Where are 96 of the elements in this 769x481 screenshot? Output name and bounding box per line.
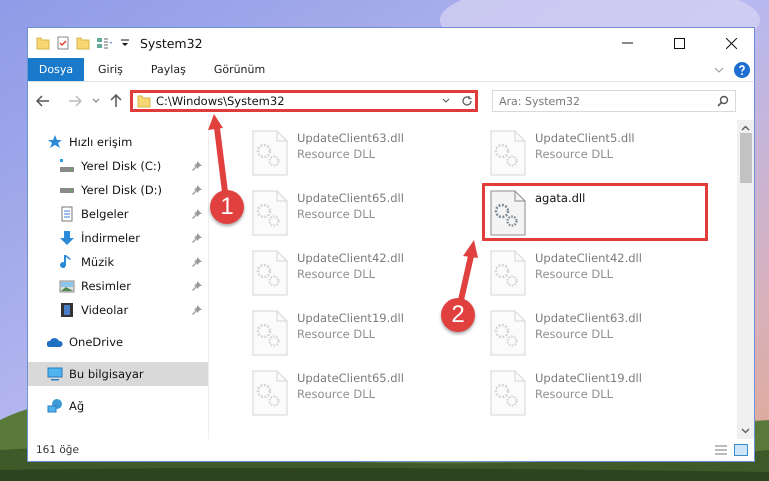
dll-file-icon [251,189,289,237]
dll-file-icon [489,129,527,177]
scroll-up-icon[interactable] [741,125,750,131]
file-item[interactable]: UpdateClient65.dll Resource DLL [244,183,438,241]
pin-icon[interactable] [192,161,202,171]
sidebar-item[interactable]: Müzik [28,250,208,274]
file-name: UpdateClient19.dll [297,311,404,325]
file-name: UpdateClient65.dll [297,191,404,205]
scroll-down-icon[interactable] [741,428,750,434]
sidebar-item[interactable]: Yerel Disk (D:) [28,178,208,202]
file-item[interactable]: UpdateClient42.dll Resource DLL [482,243,676,301]
monitor-icon [47,366,63,382]
sidebar-item[interactable]: Hızlı erişim [28,130,208,154]
view-options-icon[interactable] [96,36,114,50]
pin-icon[interactable] [192,233,202,243]
refresh-icon[interactable] [461,95,473,107]
ribbon-tab[interactable]: Paylaş [136,58,200,81]
file-type: Resource DLL [297,267,376,281]
file-item[interactable]: UpdateClient19.dll Resource DLL [482,363,676,421]
close-icon[interactable] [726,38,736,48]
ribbon-tab[interactable]: Giriş [84,58,137,81]
ribbon-tab[interactable]: Görünüm [200,58,280,81]
file-type: Resource DLL [535,267,614,281]
chevron-down-icon[interactable] [92,98,100,104]
file-name: UpdateClient19.dll [535,371,642,385]
file-name: UpdateClient65.dll [297,371,404,385]
maximize-icon[interactable] [674,38,684,48]
up-arrow-icon[interactable] [110,94,122,108]
scroll-thumb[interactable] [740,133,752,183]
file-type: Resource DLL [535,387,614,401]
tiles-view-icon[interactable] [734,444,748,456]
details-view-icon[interactable] [714,444,728,456]
dll-file-icon [489,309,527,357]
address-path: C:\Windows\System32 [156,94,286,108]
file-type: Resource DLL [297,147,376,161]
drive-icon [59,187,75,193]
chevron-down-icon[interactable] [442,98,450,104]
file-type: Resource DLL [297,327,376,341]
file-item[interactable]: UpdateClient5.dll Resource DLL [482,123,676,181]
file-name: agata.dll [535,191,586,205]
picture-icon [59,278,75,294]
sidebar-item[interactable]: Ağ [28,394,208,418]
file-name: UpdateClient63.dll [535,311,642,325]
ribbon-tab[interactable]: Dosya [28,58,84,81]
folder-icon [36,36,50,50]
scrollbar[interactable] [737,120,754,439]
pin-icon[interactable] [192,209,202,219]
dll-file-icon [251,309,289,357]
minimize-icon[interactable] [622,42,632,44]
file-type: Resource DLL [297,387,376,401]
sidebar-item[interactable]: İndirmeler [28,226,208,250]
pin-icon[interactable] [192,305,202,315]
pin-icon[interactable] [192,281,202,291]
window-title: System32 [140,36,204,50]
network-icon [47,398,63,414]
sidebar-item[interactable]: Yerel Disk (C:) [28,154,208,178]
sidebar-item[interactable]: Videolar [28,298,208,322]
file-type: Resource DLL [297,207,376,221]
sidebar-item[interactable]: Resimler [28,274,208,298]
file-item[interactable]: UpdateClient63.dll Resource DLL [482,303,676,361]
file-name: UpdateClient63.dll [297,131,404,145]
back-arrow-icon[interactable] [36,95,50,107]
help-icon[interactable] [734,62,750,78]
film-icon [59,302,75,318]
pin-icon[interactable] [192,257,202,267]
document-icon [59,206,75,222]
drive-icon [59,158,75,174]
file-item[interactable]: UpdateClient42.dll Resource DLL [244,243,438,301]
star-icon [47,134,63,150]
file-item[interactable]: agata.dll [482,183,708,241]
search-icon[interactable] [717,95,729,107]
download-arrow-icon [59,230,75,246]
dll-file-icon [489,249,527,297]
file-name: UpdateClient5.dll [535,131,635,145]
sidebar-item[interactable]: OneDrive [28,330,208,354]
dll-file-icon [251,369,289,417]
file-item[interactable]: UpdateClient63.dll Resource DLL [244,123,438,181]
dll-file-icon [489,369,527,417]
file-name: UpdateClient42.dll [297,251,404,265]
dll-file-icon [489,189,527,237]
search-field[interactable]: Ara: System32 [492,90,736,112]
file-item[interactable]: UpdateClient19.dll Resource DLL [244,303,438,361]
dll-file-icon [251,129,289,177]
dll-file-icon [251,249,289,297]
folder-icon [137,94,151,108]
file-type: Resource DLL [535,147,614,161]
item-count: 161 öğe [36,444,80,456]
properties-icon[interactable] [56,36,70,50]
customize-toolbar-icon[interactable] [120,38,130,48]
file-name: UpdateClient42.dll [535,251,642,265]
address-bar[interactable]: C:\Windows\System32 [130,90,478,112]
file-type: Resource DLL [535,327,614,341]
sidebar-item[interactable]: Belgeler [28,202,208,226]
sidebar-item[interactable]: Bu bilgisayar [28,362,208,386]
pin-icon[interactable] [192,185,202,195]
file-item[interactable]: UpdateClient65.dll Resource DLL [244,363,438,421]
